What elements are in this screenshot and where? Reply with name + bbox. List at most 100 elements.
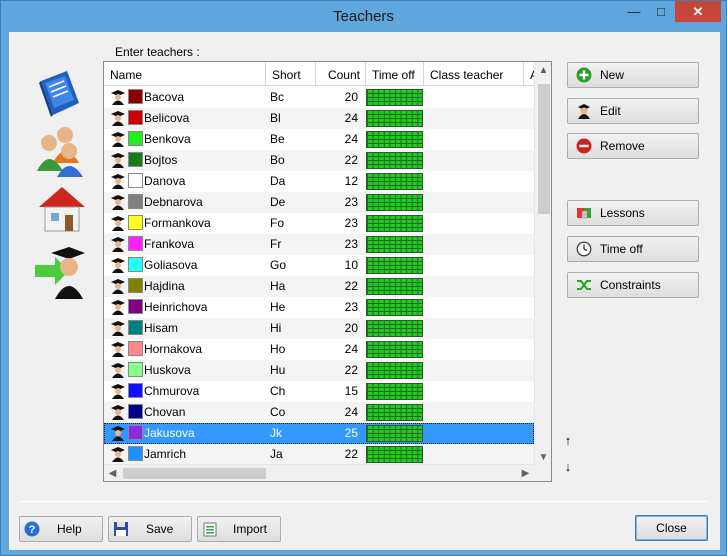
table-row[interactable]: Goliasova Go 10 bbox=[104, 255, 534, 276]
time-off-grid[interactable] bbox=[366, 341, 423, 358]
time-off-grid[interactable] bbox=[366, 425, 423, 442]
teacher-count: 22 bbox=[344, 363, 358, 377]
teacher-name: Formankova bbox=[144, 216, 211, 230]
teacher-short: Co bbox=[270, 405, 286, 419]
table-row[interactable]: Formankova Fo 23 bbox=[104, 213, 534, 234]
table-row[interactable]: Belicova Bl 24 bbox=[104, 108, 534, 129]
save-button[interactable]: Save bbox=[108, 516, 192, 542]
constraints-button[interactable]: Constraints bbox=[567, 272, 699, 298]
time-off-grid[interactable] bbox=[366, 215, 423, 232]
time-off-grid[interactable] bbox=[366, 383, 423, 400]
vertical-scrollbar[interactable]: ▲ ▼ bbox=[534, 62, 551, 466]
column-header-short[interactable]: Short bbox=[266, 62, 316, 86]
scroll-up-arrow-icon[interactable]: ▲ bbox=[535, 62, 551, 79]
table-row[interactable]: Chmurova Ch 15 bbox=[104, 381, 534, 402]
teacher-count: 15 bbox=[344, 384, 358, 398]
table-row[interactable]: Hajdina Ha 22 bbox=[104, 276, 534, 297]
teacher-color-swatch bbox=[128, 257, 143, 272]
enter-teachers-label: Enter teachers : bbox=[115, 45, 200, 59]
teacher-arrow-icon[interactable] bbox=[33, 245, 87, 299]
move-up-arrow-icon[interactable]: ↑ bbox=[561, 434, 575, 448]
teacher-color-swatch bbox=[128, 383, 143, 398]
table-row[interactable]: Danova Da 12 bbox=[104, 171, 534, 192]
horizontal-scrollbar[interactable]: ◀ ▶ bbox=[104, 464, 534, 481]
teacher-name: Chmurova bbox=[144, 384, 200, 398]
time-off-grid[interactable] bbox=[366, 404, 423, 421]
maximize-button[interactable]: □ bbox=[648, 1, 674, 22]
column-header-time-off[interactable]: Time off bbox=[366, 62, 424, 86]
teacher-name: Debnarova bbox=[144, 195, 203, 209]
table-row[interactable]: Frankova Fr 23 bbox=[104, 234, 534, 255]
table-row[interactable]: Hornakova Ho 24 bbox=[104, 339, 534, 360]
teacher-icon bbox=[111, 111, 125, 126]
lessons-button-label: Lessons bbox=[600, 206, 645, 220]
table-row[interactable]: Debnarova De 23 bbox=[104, 192, 534, 213]
time-off-grid[interactable] bbox=[366, 152, 423, 169]
remove-button[interactable]: Remove bbox=[567, 133, 699, 159]
teacher-name: Frankova bbox=[144, 237, 195, 251]
import-button[interactable]: Import bbox=[197, 516, 281, 542]
scroll-right-arrow-icon[interactable]: ▶ bbox=[517, 465, 534, 481]
edit-button[interactable]: Edit bbox=[567, 98, 699, 124]
table-row[interactable]: Benkova Be 24 bbox=[104, 129, 534, 150]
minimize-button[interactable]: — bbox=[621, 1, 647, 22]
time-off-grid[interactable] bbox=[366, 110, 423, 127]
teacher-icon bbox=[111, 342, 125, 357]
move-down-arrow-icon[interactable]: ↓ bbox=[561, 460, 575, 474]
time-off-grid[interactable] bbox=[366, 320, 423, 337]
teacher-icon bbox=[111, 447, 125, 462]
teacher-name: Heinrichova bbox=[144, 300, 208, 314]
table-row[interactable]: Hisam Hi 20 bbox=[104, 318, 534, 339]
teacher-name: Hornakova bbox=[144, 342, 203, 356]
teacher-count: 25 bbox=[344, 426, 358, 440]
table-row[interactable]: Chovan Co 24 bbox=[104, 402, 534, 423]
time-off-grid[interactable] bbox=[366, 362, 423, 379]
column-header-class-teacher[interactable]: Class teacher bbox=[424, 62, 524, 86]
new-button[interactable]: New bbox=[567, 62, 699, 88]
horizontal-scroll-thumb[interactable] bbox=[123, 468, 266, 479]
book-icon[interactable] bbox=[33, 67, 87, 121]
table-row[interactable]: Huskova Hu 22 bbox=[104, 360, 534, 381]
teacher-name: Huskova bbox=[144, 363, 191, 377]
table-row[interactable]: Bacova Bc 20 bbox=[104, 87, 534, 108]
column-header-name[interactable]: Name bbox=[104, 62, 266, 86]
time-off-grid[interactable] bbox=[366, 278, 423, 295]
scroll-left-arrow-icon[interactable]: ◀ bbox=[104, 465, 121, 481]
lessons-button[interactable]: Lessons bbox=[567, 200, 699, 226]
teacher-count: 10 bbox=[344, 258, 358, 272]
column-header-more[interactable]: A bbox=[524, 62, 534, 86]
school-house-icon[interactable] bbox=[35, 183, 89, 237]
import-button-label: Import bbox=[233, 522, 268, 536]
time-off-button[interactable]: Time off bbox=[567, 236, 699, 262]
time-off-grid[interactable] bbox=[366, 89, 423, 106]
teacher-count: 23 bbox=[344, 300, 358, 314]
window-close-button[interactable]: ✕ bbox=[675, 1, 721, 22]
time-off-grid[interactable] bbox=[366, 173, 423, 190]
time-off-grid[interactable] bbox=[366, 236, 423, 253]
time-off-grid[interactable] bbox=[366, 131, 423, 148]
constraints-button-label: Constraints bbox=[600, 278, 661, 292]
time-off-grid[interactable] bbox=[366, 257, 423, 274]
teacher-icon bbox=[111, 153, 125, 168]
column-header-count[interactable]: Count bbox=[316, 62, 366, 86]
time-off-grid[interactable] bbox=[366, 194, 423, 211]
teacher-icon bbox=[111, 321, 125, 336]
people-icon[interactable] bbox=[33, 123, 87, 177]
teacher-short: Hu bbox=[270, 363, 286, 377]
vertical-scroll-thumb[interactable] bbox=[538, 84, 550, 214]
table-row[interactable]: Heinrichova He 23 bbox=[104, 297, 534, 318]
table-row[interactable]: Jamrich Ja 22 bbox=[104, 444, 534, 465]
title-bar: Teachers — □ ✕ bbox=[1, 1, 726, 32]
teacher-icon bbox=[111, 384, 125, 399]
table-row[interactable]: Jakusova Jk 25 bbox=[104, 423, 534, 444]
table-row[interactable]: Bojtos Bo 22 bbox=[104, 150, 534, 171]
teacher-short: Jk bbox=[270, 426, 282, 440]
time-off-grid[interactable] bbox=[366, 446, 423, 463]
teacher-short: Fo bbox=[270, 216, 285, 230]
teachers-grid[interactable]: Name Short Count Time off Class teacher … bbox=[103, 61, 552, 482]
teacher-short: Bc bbox=[270, 90, 285, 104]
teacher-color-swatch bbox=[128, 89, 143, 104]
help-button[interactable]: ? Help bbox=[19, 516, 103, 542]
time-off-grid[interactable] bbox=[366, 299, 423, 316]
close-button[interactable]: Close bbox=[635, 515, 708, 541]
